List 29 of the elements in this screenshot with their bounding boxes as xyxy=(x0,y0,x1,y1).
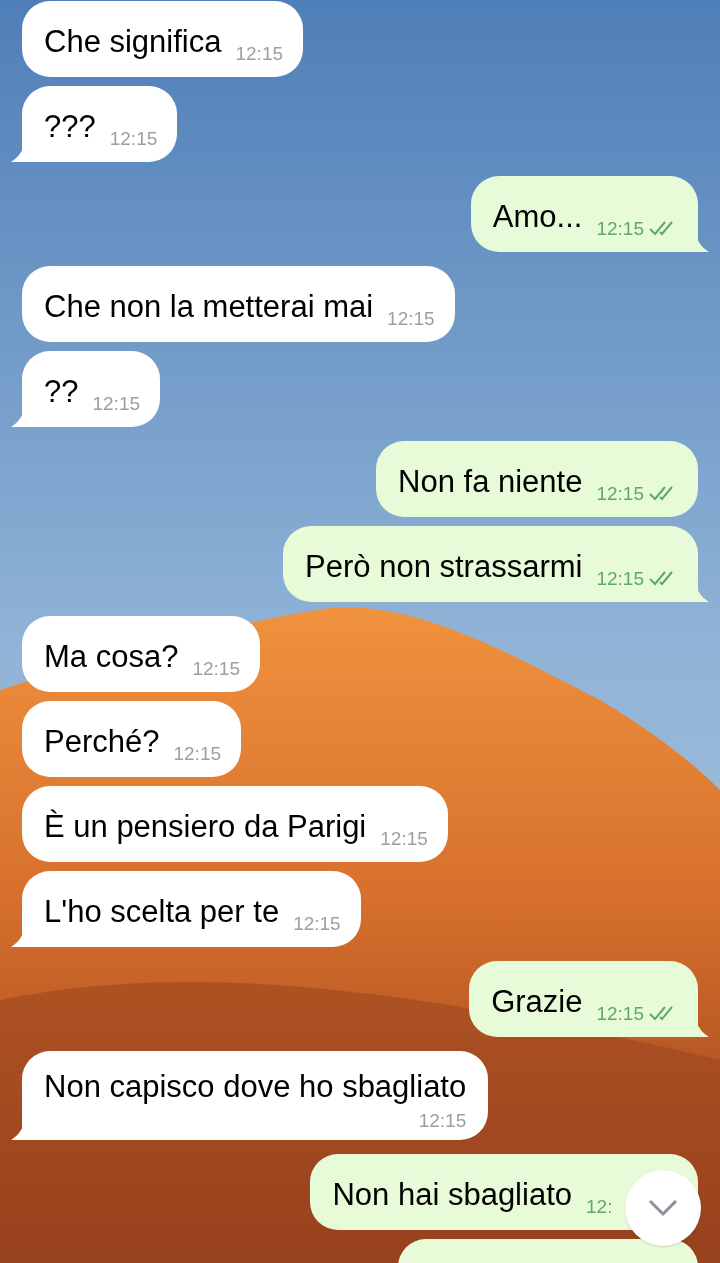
message-time: 12:15 xyxy=(173,744,221,763)
message-time: 12:15 xyxy=(235,44,284,63)
message-text: È un pensiero da Parigi xyxy=(44,809,367,845)
message-time: 12:15 xyxy=(380,829,428,848)
message-time: 12:15 xyxy=(293,914,341,933)
message-text: Non fa niente xyxy=(398,464,583,500)
message-text: Che non la metterai mai xyxy=(44,289,374,325)
message-time: 12: xyxy=(586,1197,613,1216)
chevron-down-icon xyxy=(648,1199,678,1217)
message-text: Che significa xyxy=(44,24,222,60)
message-time: 12:15 xyxy=(387,309,435,328)
message-text: Perché? xyxy=(44,724,160,760)
message-text: Ma cosa? xyxy=(44,639,179,675)
message-text: Grazie xyxy=(491,984,583,1020)
message-time: 12:15 xyxy=(596,569,644,588)
message-text: ??? xyxy=(44,109,96,145)
message-text: ?? xyxy=(44,374,79,410)
message-time: 12:15 xyxy=(92,394,141,413)
message-time: 12:15 xyxy=(596,219,644,238)
message-text: L'ho scelta per te xyxy=(44,894,280,930)
message-time: 12:15 xyxy=(109,129,158,148)
message-text: Non capisco dove ho sbagliato xyxy=(44,1069,467,1105)
message-text: Però non strassarmi xyxy=(305,549,583,585)
message-time: 12:15 xyxy=(418,1111,467,1130)
message-text: Amo... xyxy=(492,199,583,235)
message-text: Non hai sbagliato xyxy=(332,1177,572,1213)
message-time: 12:15 xyxy=(192,659,240,678)
message-time: 12:15 xyxy=(596,1004,644,1023)
message-time: 12:15 xyxy=(596,484,644,503)
